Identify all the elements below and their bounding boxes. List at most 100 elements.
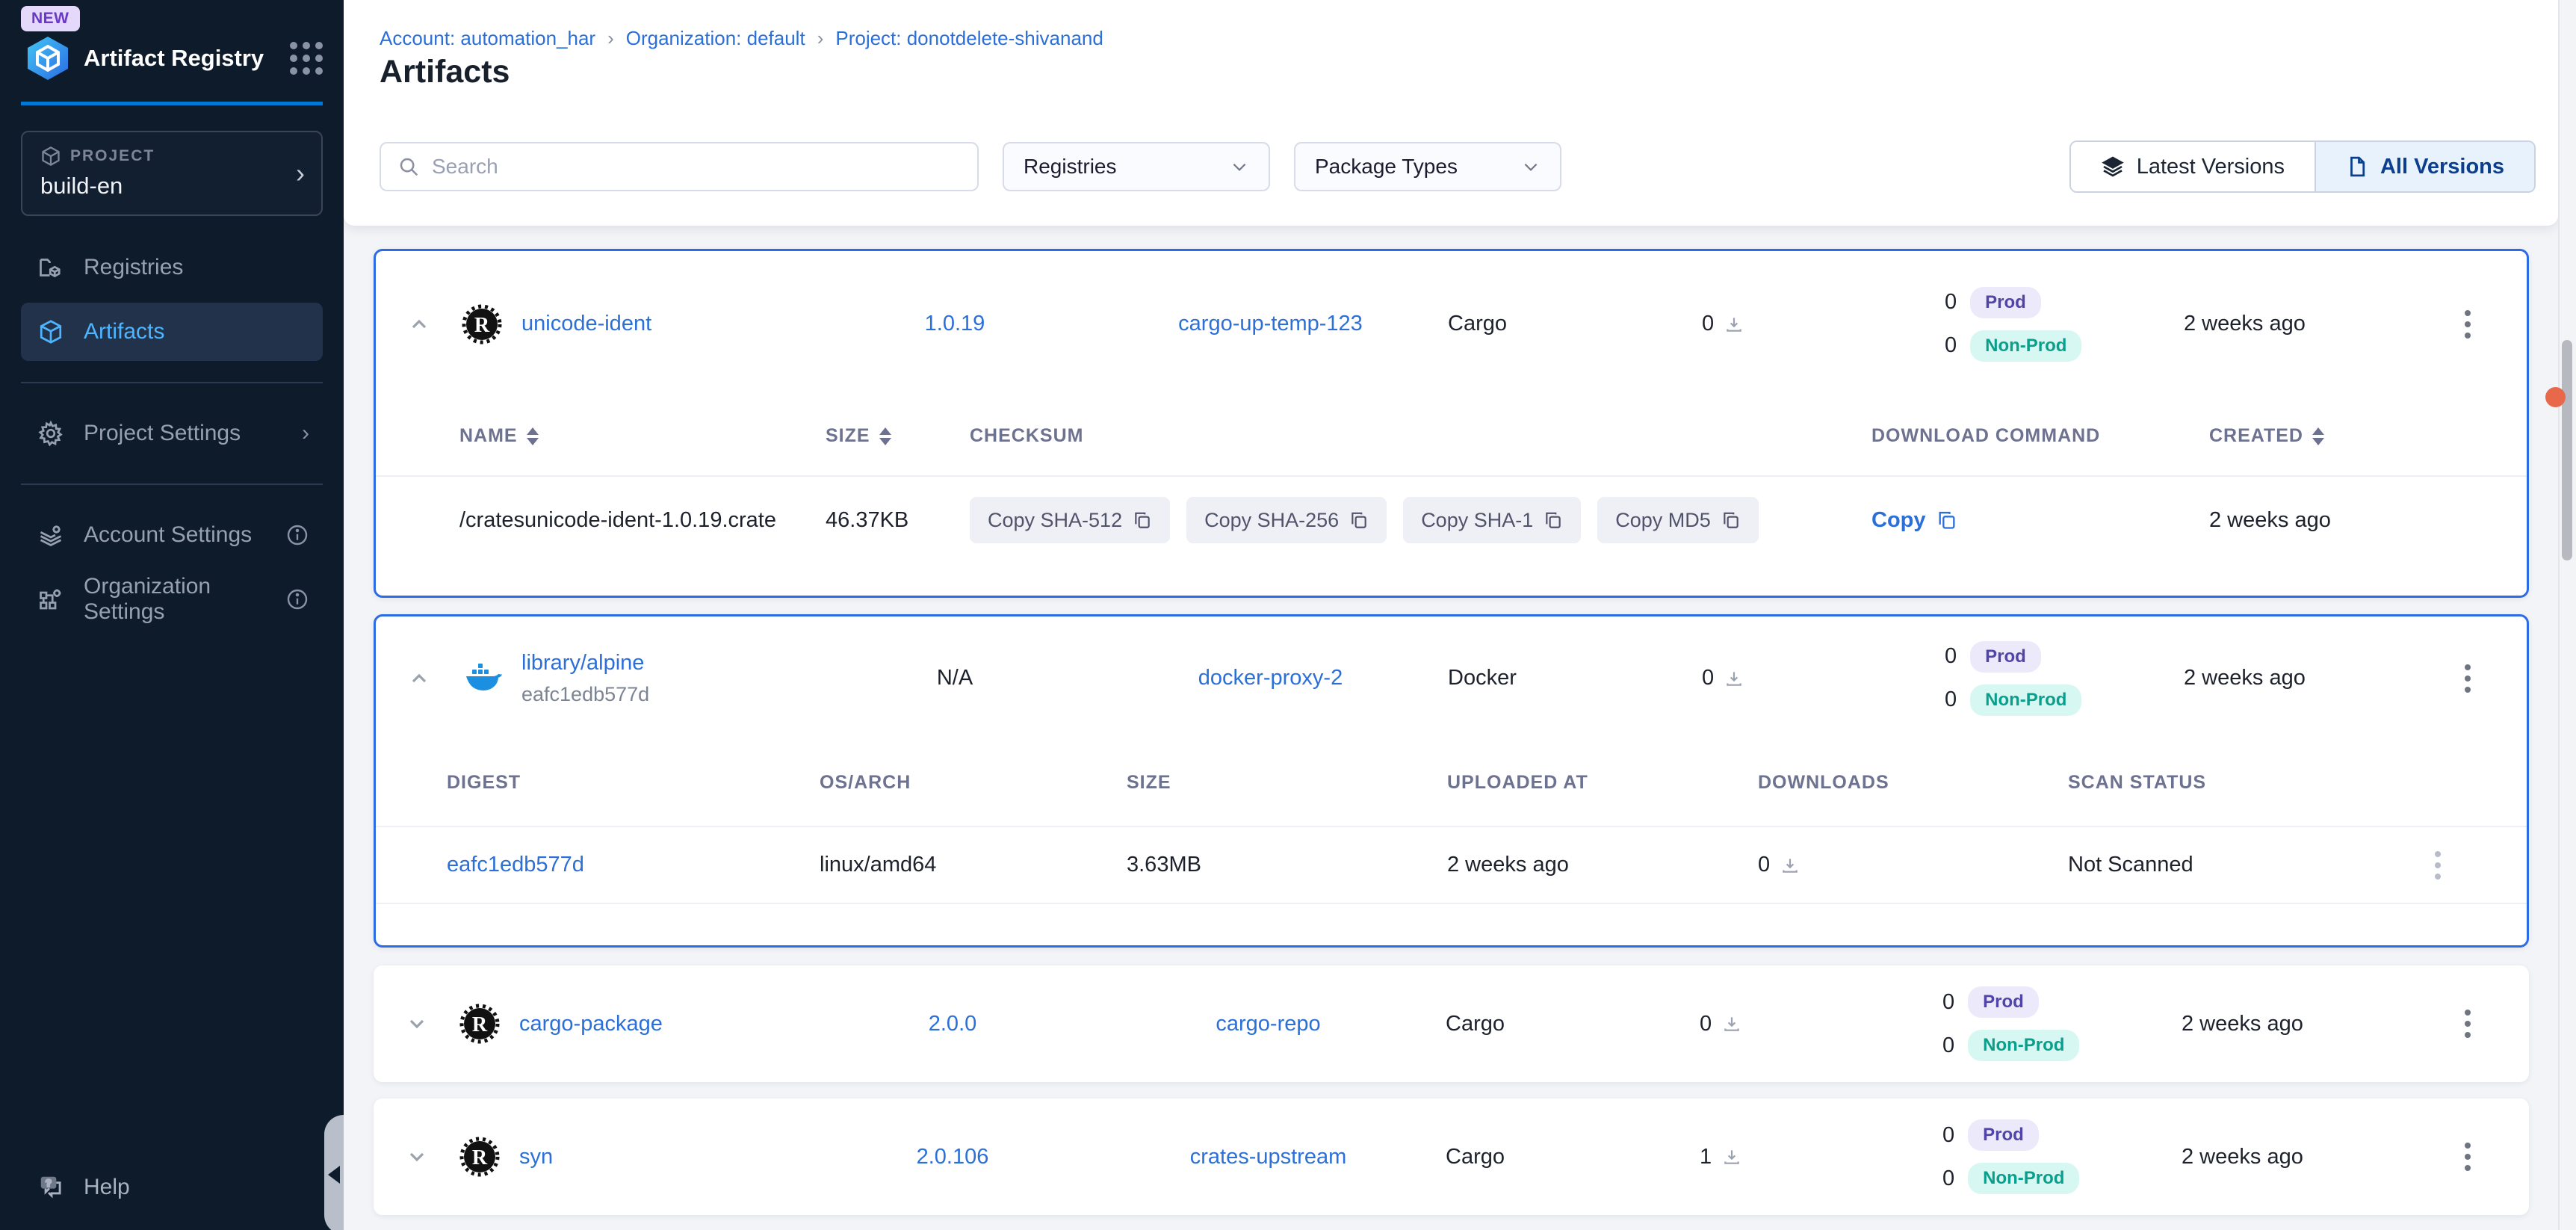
project-cube-icon bbox=[40, 146, 61, 167]
project-selector[interactable]: PROJECT build-en › bbox=[21, 131, 323, 216]
digest-link[interactable]: eafc1edb577d bbox=[447, 853, 820, 877]
artifact-card-unicode-ident: R unicode-ident 1.0.19 cargo-up-temp-123… bbox=[374, 249, 2529, 598]
gear-icon bbox=[37, 420, 64, 447]
download-icon bbox=[1722, 1014, 1741, 1033]
artifacts-list: R unicode-ident 1.0.19 cargo-up-temp-123… bbox=[344, 226, 2558, 1230]
downloads-count: 1 bbox=[1700, 1145, 1712, 1169]
copy-md5-button[interactable]: Copy MD5 bbox=[1597, 497, 1759, 543]
artifact-card-cargo-package: R cargo-package 2.0.0 cargo-repo Cargo 0… bbox=[374, 965, 2529, 1082]
breadcrumb-account[interactable]: Account: automation_har bbox=[380, 27, 595, 50]
column-header-name[interactable]: NAME bbox=[459, 425, 826, 447]
row-menu-button[interactable] bbox=[2408, 303, 2527, 346]
copy-sha1-button[interactable]: Copy SHA-1 bbox=[1403, 497, 1581, 543]
expand-row-button[interactable] bbox=[374, 1012, 459, 1036]
expand-row-button[interactable] bbox=[374, 1145, 459, 1169]
non-prod-badge: Non-Prod bbox=[1970, 330, 2081, 362]
column-header-checksum: CHECKSUM bbox=[970, 425, 1871, 447]
latest-versions-button[interactable]: Latest Versions bbox=[2071, 142, 2315, 191]
app-grid-icon[interactable] bbox=[290, 42, 323, 75]
notification-marker[interactable] bbox=[2545, 387, 2566, 407]
column-header-uploaded-at: UPLOADED AT bbox=[1447, 772, 1758, 794]
copy-download-command-button[interactable]: Copy bbox=[1871, 508, 2209, 533]
os-arch: linux/amd64 bbox=[820, 853, 1127, 877]
file-name: /cratesunicode-ident-1.0.19.crate bbox=[459, 508, 826, 533]
row-menu-button[interactable] bbox=[2406, 1002, 2529, 1045]
artifact-version: N/A bbox=[817, 666, 1093, 690]
download-icon bbox=[1724, 315, 1744, 334]
cargo-package-icon: R bbox=[459, 1004, 519, 1044]
prod-count: 0 bbox=[1945, 290, 1957, 315]
column-header-downloads: DOWNLOADS bbox=[1758, 772, 2068, 794]
breadcrumb: Account: automation_har › Organization: … bbox=[380, 27, 1103, 50]
column-header-os-arch: OS/ARCH bbox=[820, 772, 1127, 794]
sidebar-item-project-settings[interactable]: Project Settings › bbox=[21, 404, 323, 463]
package-type: Cargo bbox=[1446, 1145, 1700, 1169]
prod-count: 0 bbox=[1942, 990, 1954, 1015]
document-icon bbox=[2346, 155, 2368, 178]
sidebar-item-artifacts[interactable]: Artifacts bbox=[21, 303, 323, 361]
digest-menu-button[interactable] bbox=[2348, 844, 2527, 887]
breadcrumb-project[interactable]: Project: donotdelete-shivanand bbox=[835, 27, 1103, 50]
help-button[interactable]: ? Help bbox=[37, 1173, 130, 1202]
chevron-down-icon bbox=[1521, 157, 1541, 176]
non-prod-count: 0 bbox=[1945, 333, 1957, 358]
file-row: /cratesunicode-ident-1.0.19.crate 46.37K… bbox=[376, 475, 2527, 563]
copy-icon bbox=[1936, 510, 1957, 531]
artifact-version-link[interactable]: 2.0.0 bbox=[814, 1012, 1091, 1036]
artifact-registry-link[interactable]: crates-upstream bbox=[1091, 1145, 1446, 1169]
info-icon[interactable] bbox=[285, 587, 309, 611]
artifact-name-link[interactable]: cargo-package bbox=[519, 1012, 814, 1036]
copy-sha256-button[interactable]: Copy SHA-256 bbox=[1186, 497, 1387, 543]
sidebar-item-organization-settings[interactable]: Organization Settings bbox=[21, 570, 323, 628]
all-versions-button[interactable]: All Versions bbox=[2315, 142, 2534, 191]
copy-icon bbox=[1349, 510, 1369, 530]
registries-dropdown[interactable]: Registries bbox=[1003, 142, 1270, 191]
artifact-version-link[interactable]: 1.0.19 bbox=[817, 312, 1093, 336]
scrollbar-track[interactable] bbox=[2558, 0, 2576, 1230]
prod-badge: Prod bbox=[1970, 641, 2041, 673]
page-title: Artifacts bbox=[380, 54, 510, 90]
sort-icon[interactable] bbox=[527, 427, 539, 445]
artifact-registry-link[interactable]: docker-proxy-2 bbox=[1093, 666, 1448, 690]
sidebar-item-account-settings[interactable]: Account Settings bbox=[21, 506, 323, 564]
package-types-dropdown[interactable]: Package Types bbox=[1294, 142, 1561, 191]
prod-count: 0 bbox=[1942, 1123, 1954, 1148]
artifact-row: R syn 2.0.106 crates-upstream Cargo 1 0P… bbox=[374, 1098, 2529, 1215]
files-table-header: NAME SIZE CHECKSUM DOWNLOAD COMMAND CREA… bbox=[376, 397, 2527, 475]
package-type: Docker bbox=[1448, 666, 1702, 690]
artifact-name-link[interactable]: syn bbox=[519, 1145, 814, 1169]
sidebar-item-registries[interactable]: Registries bbox=[21, 238, 323, 297]
artifact-registry-link[interactable]: cargo-repo bbox=[1091, 1012, 1446, 1036]
sort-icon[interactable] bbox=[879, 427, 891, 445]
downloads-count: 0 bbox=[1700, 1012, 1712, 1036]
column-header-digest: DIGEST bbox=[447, 772, 820, 794]
sidebar-collapse-button[interactable] bbox=[324, 1115, 344, 1230]
registries-dropdown-label: Registries bbox=[1024, 155, 1116, 179]
divider bbox=[21, 483, 323, 485]
search-input[interactable] bbox=[432, 155, 961, 179]
row-menu-button[interactable] bbox=[2406, 1135, 2529, 1178]
collapse-row-button[interactable] bbox=[376, 667, 462, 690]
search-box bbox=[380, 142, 979, 191]
info-icon[interactable] bbox=[285, 523, 309, 547]
column-header-size[interactable]: SIZE bbox=[826, 425, 970, 447]
non-prod-count: 0 bbox=[1945, 687, 1957, 712]
copy-sha512-button[interactable]: Copy SHA-512 bbox=[970, 497, 1170, 543]
sidebar-item-label: Organization Settings bbox=[84, 574, 266, 625]
artifact-name-link[interactable]: library/alpine bbox=[521, 651, 644, 675]
column-header-created[interactable]: CREATED bbox=[2209, 425, 2527, 447]
row-menu-button[interactable] bbox=[2408, 657, 2527, 700]
sort-icon[interactable] bbox=[2312, 427, 2324, 445]
download-icon bbox=[1724, 669, 1744, 688]
artifact-registry-link[interactable]: cargo-up-temp-123 bbox=[1093, 312, 1448, 336]
divider bbox=[21, 382, 323, 383]
collapse-row-button[interactable] bbox=[376, 312, 462, 336]
non-prod-badge: Non-Prod bbox=[1970, 684, 2081, 716]
chevron-right-icon: › bbox=[302, 421, 309, 446]
artifact-name-link[interactable]: unicode-ident bbox=[521, 312, 817, 336]
artifact-version-link[interactable]: 2.0.106 bbox=[814, 1145, 1091, 1169]
scrollbar-thumb[interactable] bbox=[2562, 340, 2572, 560]
breadcrumb-organization[interactable]: Organization: default bbox=[626, 27, 805, 50]
help-label: Help bbox=[84, 1175, 130, 1200]
updated-time: 2 weeks ago bbox=[2184, 312, 2408, 336]
